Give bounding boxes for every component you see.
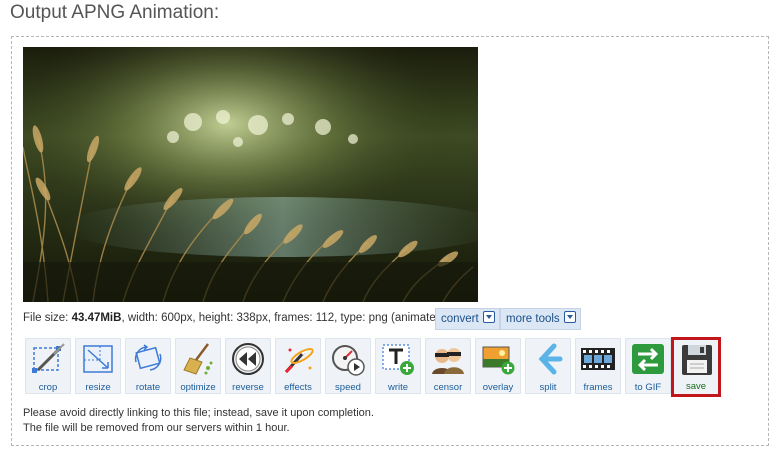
to-gif-tool-label: to GIF xyxy=(634,382,662,393)
split-tool-button[interactable]: split xyxy=(525,338,571,394)
crop-tool-button[interactable]: crop xyxy=(25,338,71,394)
overlay-tool-button[interactable]: overlay xyxy=(475,338,521,394)
speed-tool-button[interactable]: speed xyxy=(325,338,371,394)
chevron-down-icon xyxy=(563,311,576,323)
notice-line-2: The file will be removed from our server… xyxy=(23,422,290,434)
rotate-icon xyxy=(130,342,166,376)
more-tools-label: more tools xyxy=(506,313,560,325)
frames-tool-button[interactable]: frames xyxy=(575,338,621,394)
crop-tool-label: crop xyxy=(38,382,58,393)
file-size-label: File size: xyxy=(23,312,72,324)
file-info: File size: 43.47MiB, width: 600px, heigh… xyxy=(23,312,446,324)
convert-menu-button[interactable]: convert xyxy=(435,308,500,330)
save-floppy-icon xyxy=(679,343,715,377)
to-gif-arrows-icon xyxy=(630,342,666,376)
effects-tool-button[interactable]: effects xyxy=(275,338,321,394)
overlay-tool-label: overlay xyxy=(482,382,514,393)
write-tool-label: write xyxy=(387,382,409,393)
resize-icon xyxy=(80,342,116,376)
save-tool-label: save xyxy=(685,381,707,392)
censor-icon xyxy=(430,342,466,376)
file-size-value: 43.47MiB xyxy=(71,312,122,324)
write-text-icon xyxy=(380,342,416,376)
optimize-tool-button[interactable]: optimize xyxy=(175,338,221,394)
censor-tool-button[interactable]: censor xyxy=(425,338,471,394)
rotate-tool-button[interactable]: rotate xyxy=(125,338,171,394)
chevron-down-icon xyxy=(482,311,495,323)
animation-preview-image xyxy=(23,47,478,302)
effects-tool-label: effects xyxy=(284,382,312,393)
frames-tool-label: frames xyxy=(583,382,613,393)
overlay-icon xyxy=(480,342,516,376)
frames-filmstrip-icon xyxy=(580,342,616,376)
optimize-tool-label: optimize xyxy=(180,382,216,393)
reverse-icon xyxy=(230,342,266,376)
resize-tool-label: resize xyxy=(85,382,111,393)
save-tool-button[interactable]: save xyxy=(671,337,721,397)
more-tools-menu-button[interactable]: more tools xyxy=(500,308,581,330)
page-title: Output APNG Animation: xyxy=(10,2,220,23)
speed-icon xyxy=(330,342,366,376)
file-details: , width: 600px, height: 338px, frames: 1… xyxy=(121,312,446,324)
notice-text: Please avoid directly linking to this fi… xyxy=(23,406,374,436)
to-gif-tool-button[interactable]: to GIF xyxy=(625,338,671,394)
convert-label: convert xyxy=(441,313,479,325)
reverse-tool-button[interactable]: reverse xyxy=(225,338,271,394)
split-icon xyxy=(530,342,566,376)
crop-icon xyxy=(30,342,66,376)
split-tool-label: split xyxy=(539,382,557,393)
effects-wand-icon xyxy=(280,342,316,376)
notice-line-1: Please avoid directly linking to this fi… xyxy=(23,407,374,419)
reverse-tool-label: reverse xyxy=(232,382,264,393)
censor-tool-label: censor xyxy=(433,382,463,393)
optimize-broom-icon xyxy=(180,342,216,376)
resize-tool-button[interactable]: resize xyxy=(75,338,121,394)
rotate-tool-label: rotate xyxy=(135,382,161,393)
write-tool-button[interactable]: write xyxy=(375,338,421,394)
speed-tool-label: speed xyxy=(335,382,361,393)
